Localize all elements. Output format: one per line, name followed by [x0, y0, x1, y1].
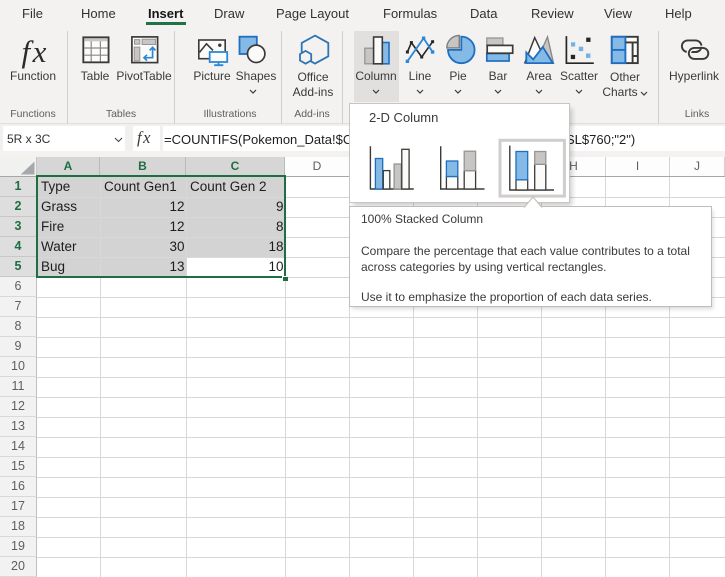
svg-text:fx: fx: [22, 34, 49, 69]
